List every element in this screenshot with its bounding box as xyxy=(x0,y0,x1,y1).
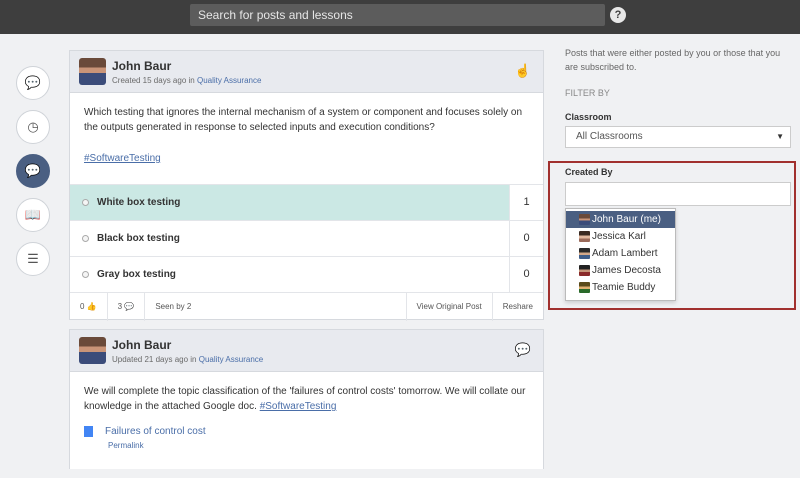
search-input[interactable]: Search for posts and lessons xyxy=(190,4,605,26)
comment-icon: 💬 xyxy=(124,301,135,311)
user-name: John Baur (me) xyxy=(592,214,661,225)
post-card-poll: John Baur Created 15 days ago in Quality… xyxy=(69,50,544,321)
post-tag[interactable]: #SoftwareTesting xyxy=(84,153,161,164)
poll-question: Which testing that ignores the internal … xyxy=(84,107,523,133)
comment-icon[interactable]: 💬 xyxy=(515,342,531,358)
radio-icon[interactable] xyxy=(82,235,89,242)
post-meta-text: Updated 21 days ago in xyxy=(112,355,197,364)
post-card-text: John Baur Updated 21 days ago in Quality… xyxy=(69,329,544,469)
poll-option-2[interactable]: Black box testing 0 xyxy=(70,220,543,256)
poll-option-label: Gray box testing xyxy=(97,269,176,280)
nav-clock-icon[interactable]: ◷ xyxy=(16,110,50,144)
user-option[interactable]: James Decosta xyxy=(566,262,675,279)
created-by-label: Created By xyxy=(565,167,613,177)
nav-list-icon[interactable]: ☰ xyxy=(16,242,50,276)
help-icon[interactable]: ? xyxy=(610,7,626,23)
created-by-dropdown: John Baur (me) Jessica Karl Adam Lambert… xyxy=(565,208,676,301)
user-name: Teamie Buddy xyxy=(592,282,656,293)
user-option[interactable]: Jessica Karl xyxy=(566,228,675,245)
post-header: John Baur Created 15 days ago in Quality… xyxy=(70,51,543,93)
post-tag[interactable]: #SoftwareTesting xyxy=(260,401,337,412)
post-header: John Baur Updated 21 days ago in Quality… xyxy=(70,330,543,372)
classroom-select[interactable]: All Classrooms ▼ xyxy=(565,126,791,148)
nav-chat-icon[interactable]: 💬 xyxy=(16,66,50,100)
top-bar: Search for posts and lessons ? xyxy=(0,0,800,34)
user-avatar xyxy=(579,265,590,276)
post-classroom-link[interactable]: Quality Assurance xyxy=(197,76,261,85)
created-by-input[interactable] xyxy=(565,182,791,206)
classroom-select-value: All Classrooms xyxy=(576,131,643,142)
avatar[interactable] xyxy=(79,337,106,364)
hand-pointer-icon[interactable]: ☝ xyxy=(515,63,531,79)
post-body: Which testing that ignores the internal … xyxy=(70,93,543,184)
avatar[interactable] xyxy=(79,58,106,85)
comment-count: 3 xyxy=(117,301,123,311)
poll-option-3[interactable]: Gray box testing 0 xyxy=(70,256,543,292)
poll-option-count: 0 xyxy=(509,221,543,256)
filter-by-heading: FILTER BY xyxy=(565,88,610,98)
post-classroom-link[interactable]: Quality Assurance xyxy=(199,355,263,364)
view-original-post-link[interactable]: View Original Post xyxy=(405,292,492,321)
thumb-icon: 👍 xyxy=(86,301,97,311)
attachment-title[interactable]: Failures of control cost xyxy=(105,426,206,437)
post-author[interactable]: John Baur xyxy=(112,59,171,73)
poll-option-1[interactable]: White box testing 1 xyxy=(70,184,543,220)
google-doc-icon xyxy=(84,426,93,437)
post-meta: Created 15 days ago in Quality Assurance xyxy=(112,76,261,85)
like-button[interactable]: 0 👍 xyxy=(70,292,108,321)
poll-option-count: 0 xyxy=(509,257,543,292)
user-avatar xyxy=(579,231,590,242)
permalink-link[interactable]: Permalink xyxy=(108,441,529,450)
user-name: James Decosta xyxy=(592,265,661,276)
user-avatar xyxy=(579,248,590,259)
radio-icon[interactable] xyxy=(82,271,89,278)
user-name: Adam Lambert xyxy=(592,248,658,259)
classroom-label: Classroom xyxy=(565,112,612,122)
nav-book-icon[interactable]: 📖 xyxy=(16,198,50,232)
nav-messages-icon[interactable]: 💬 xyxy=(16,154,50,188)
poll-option-count: 1 xyxy=(509,185,543,220)
user-avatar xyxy=(579,214,590,225)
post-body: We will complete the topic classificatio… xyxy=(70,372,543,426)
user-option[interactable]: Teamie Buddy xyxy=(566,279,675,296)
reshare-link[interactable]: Reshare xyxy=(491,292,543,321)
poll-option-label: Black box testing xyxy=(97,233,180,244)
attachment[interactable]: Failures of control cost Permalink xyxy=(70,426,543,450)
like-count: 0 xyxy=(80,301,85,311)
post-author[interactable]: John Baur xyxy=(112,338,171,352)
user-option[interactable]: John Baur (me) xyxy=(566,211,675,228)
post-footer: 0 👍 3 💬 Seen by 2 View Original Post Res… xyxy=(70,292,543,321)
comment-button[interactable]: 3 💬 xyxy=(108,292,146,321)
seen-by[interactable]: Seen by 2 xyxy=(145,293,201,321)
filter-description: Posts that were either posted by you or … xyxy=(565,48,781,72)
radio-icon[interactable] xyxy=(82,199,89,206)
post-meta: Updated 21 days ago in Quality Assurance xyxy=(112,355,263,364)
left-nav: 💬 ◷ 💬 📖 ☰ xyxy=(16,66,50,286)
user-name: Jessica Karl xyxy=(592,231,646,242)
post-meta-text: Created 15 days ago in xyxy=(112,76,195,85)
user-option[interactable]: Adam Lambert xyxy=(566,245,675,262)
user-avatar xyxy=(579,282,590,293)
caret-down-icon: ▼ xyxy=(776,132,784,141)
filter-panel: Posts that were either posted by you or … xyxy=(565,46,791,148)
poll-option-label: White box testing xyxy=(97,197,181,208)
